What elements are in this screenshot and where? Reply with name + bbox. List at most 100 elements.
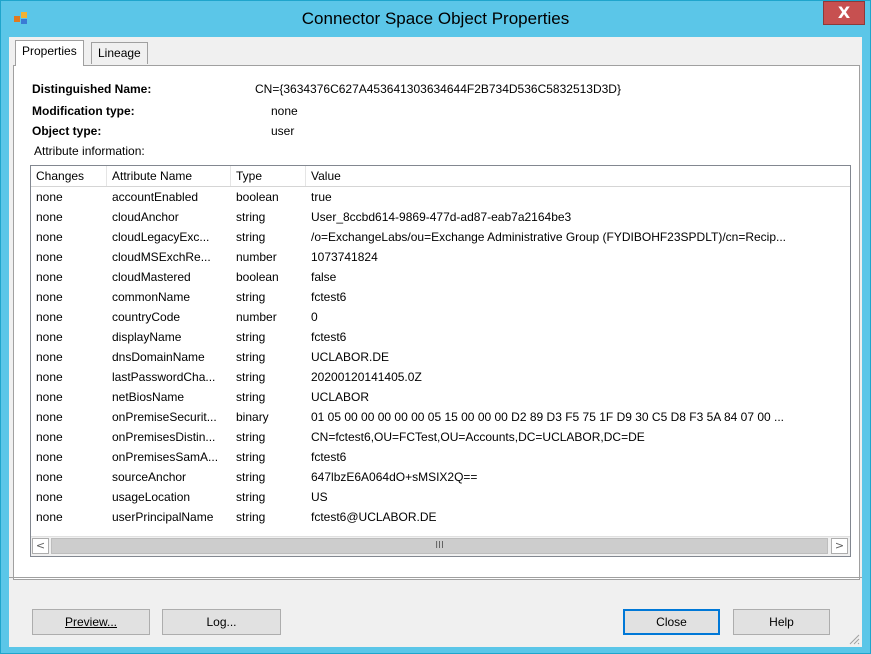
resize-grip-icon[interactable] — [848, 633, 860, 645]
modification-type-label: Modification type: — [32, 104, 135, 118]
cell-value: CN=fctest6,OU=FCTest,OU=Accounts,DC=UCLA… — [311, 430, 645, 444]
cell-type: number — [236, 310, 277, 324]
cell-type: number — [236, 250, 277, 264]
dialog-client-area: Properties Lineage Distinguished Name: C… — [9, 37, 862, 647]
cell-changes: none — [36, 210, 63, 224]
attribute-list-header: Changes Attribute Name Type Value — [31, 166, 850, 187]
cell-changes: none — [36, 230, 63, 244]
dn-label: Distinguished Name: — [32, 82, 152, 96]
cell-changes: none — [36, 370, 63, 384]
cell-changes: none — [36, 270, 63, 284]
column-header-changes[interactable]: Changes — [31, 166, 107, 186]
table-row[interactable]: none cloudAnchor string User_8ccbd614-9869-… — [31, 207, 850, 227]
cell-attribute-name: onPremisesSamA... — [112, 450, 219, 464]
cell-type: string — [236, 330, 266, 344]
scroll-left-icon[interactable]: < — [32, 538, 49, 554]
cell-value: UCLABOR.DE — [311, 350, 390, 364]
cell-attribute-name: commonName — [112, 290, 191, 304]
scroll-thumb[interactable]: III — [51, 538, 828, 554]
table-row[interactable]: none cloudMSExchRe... number 1073741824 — [31, 247, 850, 267]
object-type-value: user — [271, 124, 295, 138]
table-row[interactable]: none userPrincipalName string fctest6@UCLAB… — [31, 507, 850, 527]
cell-attribute-name: netBiosName — [112, 390, 185, 404]
footer-divider — [9, 577, 862, 578]
cell-changes: none — [36, 310, 63, 324]
attribute-list[interactable]: Changes Attribute Name Type Value none ac… — [30, 165, 851, 557]
cell-type: string — [236, 290, 266, 304]
cell-attribute-name: usageLocation — [112, 490, 191, 504]
window-title: Connector Space Object Properties — [301, 9, 570, 28]
cell-type: string — [236, 230, 266, 244]
attribute-rows: none accountEnabled boolean true none cloudAn… — [31, 187, 850, 527]
cell-type: boolean — [236, 270, 279, 284]
cell-changes: none — [36, 470, 63, 484]
table-row[interactable]: none cloudLegacyExc... string/o=ExchangeLa… — [31, 227, 850, 247]
cell-type: string — [236, 430, 266, 444]
log-button[interactable]: Log... — [162, 609, 281, 635]
cell-attribute-name: displayName — [112, 330, 182, 344]
close-button[interactable]: Close — [623, 609, 720, 635]
cell-changes: none — [36, 390, 63, 404]
dialog-window: Connector Space Object Properties X Prop… — [0, 0, 871, 654]
preview-button[interactable]: Preview... — [32, 609, 150, 635]
table-row[interactable]: none usageLocation string US — [31, 487, 850, 507]
title-bar[interactable]: Connector Space Object Properties X — [1, 1, 870, 37]
table-row[interactable]: none countryCode number 0 — [31, 307, 850, 327]
attribute-information-label: Attribute information: — [34, 144, 145, 158]
cell-value: 0 — [311, 310, 318, 324]
close-window-button[interactable]: X — [823, 1, 865, 25]
table-row[interactable]: none onPremisesDistin... string CN=fctest6,… — [31, 427, 850, 447]
cell-changes: none — [36, 510, 63, 524]
cell-type: string — [236, 370, 266, 384]
cell-value: true — [311, 190, 332, 204]
table-row[interactable]: none dnsDomainName string UCLABOR.DE — [31, 347, 850, 367]
cell-type: string — [236, 210, 266, 224]
table-row[interactable]: none commonName string fctest6 — [31, 287, 850, 307]
cell-value: fctest6 — [311, 330, 347, 344]
cell-value: User_8ccbd614-9869-477d-ad87-eab7a2164be… — [311, 210, 572, 224]
cell-value: 1073741824 — [311, 250, 378, 264]
cell-type: string — [236, 450, 266, 464]
column-header-value[interactable]: Value — [306, 166, 850, 186]
table-row[interactable]: none accountEnabled boolean true — [31, 187, 850, 207]
scroll-right-icon[interactable]: > — [831, 538, 848, 554]
cell-type: string — [236, 490, 266, 504]
cell-attribute-name: cloudMastered — [112, 270, 191, 284]
cell-attribute-name: dnsDomainName — [112, 350, 205, 364]
table-row[interactable]: none cloudMastered boolean false — [31, 267, 850, 287]
cell-type: string — [236, 390, 266, 404]
table-row[interactable]: none onPremisesSamA... string fctest6 — [31, 447, 850, 467]
cell-attribute-name: sourceAnchor — [112, 470, 187, 484]
log-button-label: Log... — [206, 615, 237, 629]
preview-button-label: Preview... — [64, 615, 118, 629]
cell-type: boolean — [236, 190, 279, 204]
tab-properties[interactable]: Properties — [15, 40, 84, 66]
cell-value: 647lbzE6A064dO+sMSIX2Q== — [311, 470, 478, 484]
horizontal-scrollbar[interactable]: < III > — [31, 536, 850, 556]
cell-type: string — [236, 350, 266, 364]
column-header-attribute-name[interactable]: Attribute Name — [107, 166, 231, 186]
table-row[interactable]: none sourceAnchor string 647lbzE6A064dO+sMS… — [31, 467, 850, 487]
tab-lineage[interactable]: Lineage — [91, 42, 148, 64]
table-row[interactable]: none displayName string fctest6 — [31, 327, 850, 347]
table-row[interactable]: none netBiosName string UCLABOR — [31, 387, 850, 407]
cell-changes: none — [36, 490, 63, 504]
cell-type: string — [236, 470, 266, 484]
cell-value: UCLABOR — [311, 390, 370, 404]
cell-changes: none — [36, 450, 63, 464]
cell-changes: none — [36, 430, 63, 444]
table-row[interactable]: none onPremiseSecurit... binary 01 05 00 00… — [31, 407, 850, 427]
cell-type: string — [236, 510, 266, 524]
cell-value: fctest6@UCLABOR.DE — [311, 510, 437, 524]
cell-value: 20200120141405.0Z — [311, 370, 422, 384]
cell-attribute-name: onPremiseSecurit... — [112, 410, 217, 424]
cell-changes: none — [36, 250, 63, 264]
column-header-type[interactable]: Type — [231, 166, 306, 186]
cell-value: fctest6 — [311, 450, 347, 464]
cell-value: fctest6 — [311, 290, 347, 304]
cell-attribute-name: userPrincipalName — [112, 510, 214, 524]
cell-changes: none — [36, 290, 63, 304]
table-row[interactable]: none lastPasswordCha... string 202001201414… — [31, 367, 850, 387]
cell-attribute-name: onPremisesDistin... — [112, 430, 216, 444]
help-button[interactable]: Help — [733, 609, 830, 635]
